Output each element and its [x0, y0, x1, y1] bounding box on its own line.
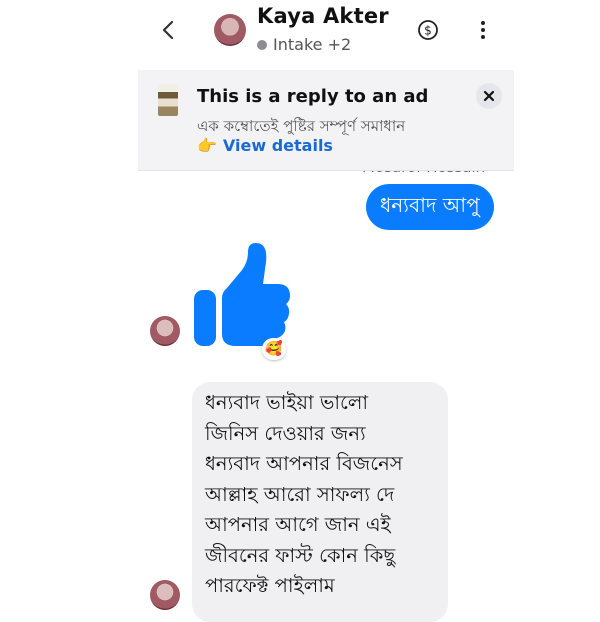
status-dot-icon — [257, 39, 267, 50]
ad-card-title: This is a reply to an ad — [197, 86, 429, 107]
more-vertical-icon[interactable] — [473, 19, 493, 41]
subtitle-text: Intake +2 — [273, 35, 352, 54]
view-details-label: View details — [222, 136, 333, 155]
ad-thumbnail[interactable] — [158, 84, 178, 116]
outgoing-message[interactable]: ধন্যবাদ আপু — [366, 184, 494, 230]
close-icon[interactable] — [476, 83, 502, 109]
message-line: ধন্যবাদ ভাইয়া ভালো — [205, 391, 369, 414]
message-line: ধন্যবাদ আপনার বিজনেস — [205, 452, 403, 475]
pointing-hand-icon: 👉 — [197, 136, 217, 155]
thumbs-up-icon[interactable] — [190, 240, 300, 350]
chat-header: Kaya Akter Intake +2 $ — [0, 0, 600, 66]
dollar-circle-icon[interactable]: $ — [417, 19, 439, 41]
view-details-link[interactable]: 👉 View details — [197, 136, 333, 155]
incoming-message-text: ধন্যবাদ ভাইয়া ভালো জিনিস দেওয়ার জন্য ধ… — [205, 388, 445, 602]
contact-avatar-small[interactable] — [150, 316, 180, 346]
reaction-badge[interactable]: 🥰 — [262, 338, 286, 360]
message-line: আপনার আগে জান এই — [205, 513, 391, 536]
contact-avatar-small[interactable] — [150, 580, 180, 610]
svg-text:$: $ — [424, 24, 432, 38]
back-chevron-icon[interactable] — [158, 16, 180, 44]
contact-avatar[interactable] — [214, 14, 246, 46]
message-line: আল্লাহ আরো সাফল্য দে — [205, 482, 395, 506]
contact-name[interactable]: Kaya Akter — [257, 4, 389, 28]
contact-subtitle: Intake +2 — [257, 35, 351, 54]
ad-reply-card: This is a reply to an ad এক কম্বোতেই পুষ… — [138, 70, 514, 171]
message-line: জীবনের ফাস্ট কোন কিছু — [205, 543, 396, 567]
message-line: পারফেক্ট পাইলাম — [205, 574, 335, 597]
message-line: জিনিস দেওয়ার জন্য — [205, 421, 366, 445]
